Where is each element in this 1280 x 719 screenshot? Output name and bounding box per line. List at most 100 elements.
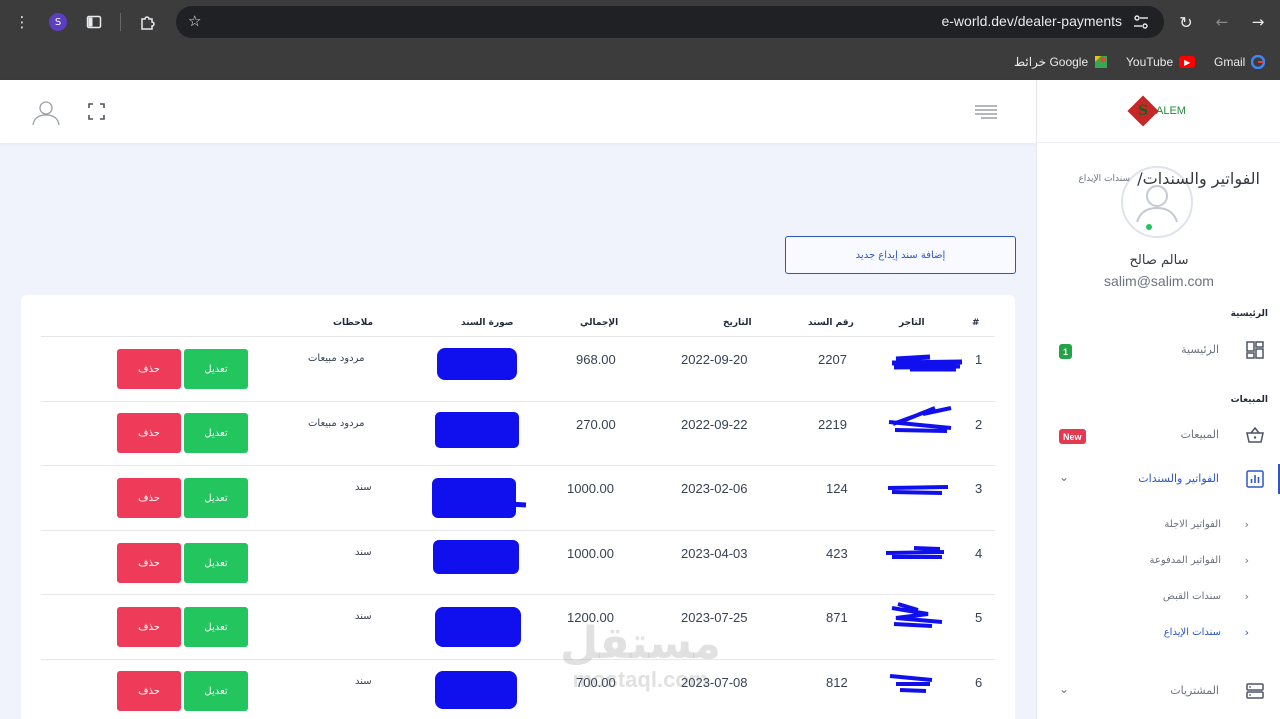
- redacted-merchant: [885, 546, 945, 559]
- column-header-notes: ملاحظات: [333, 318, 374, 328]
- online-status-dot: [1144, 222, 1154, 232]
- site-settings-icon[interactable]: [1132, 14, 1150, 30]
- app-logo[interactable]: S ALEM: [1037, 80, 1280, 143]
- logo-letter: S: [1137, 103, 1149, 119]
- delete-button[interactable]: حذف: [117, 349, 181, 389]
- bookmark-gmail[interactable]: Gmail: [1214, 52, 1266, 72]
- chevron-right-icon: ›: [1244, 626, 1249, 639]
- bookmark-star-icon[interactable]: ☆: [188, 12, 201, 30]
- delete-button[interactable]: حذف: [117, 607, 181, 647]
- row-divider: [41, 401, 995, 402]
- bar-chart-icon: [1246, 470, 1264, 488]
- google-maps-icon: [1095, 56, 1108, 68]
- watermark-arabic: مستقل: [560, 618, 721, 669]
- delete-button[interactable]: حذف: [117, 543, 181, 583]
- edit-button[interactable]: تعديل: [184, 543, 248, 583]
- reload-icon[interactable]: ↻: [1174, 10, 1198, 34]
- row-number: 5: [975, 610, 983, 625]
- redacted-merchant: [891, 354, 963, 372]
- voucher-number: 812: [826, 675, 848, 690]
- column-header-voucher-no: رقم السند: [808, 318, 854, 328]
- edit-button[interactable]: تعديل: [184, 413, 248, 453]
- row-divider: [41, 594, 995, 595]
- new-badge: New: [1059, 429, 1086, 444]
- sidebar-subitem-deferred-invoices[interactable]: › الفواتير الاجلة: [1037, 515, 1280, 539]
- voucher-date: 2022-09-20: [681, 352, 748, 367]
- voucher-number: 423: [826, 546, 848, 561]
- user-avatar-icon[interactable]: [31, 100, 61, 126]
- row-number: 2: [975, 417, 983, 432]
- voucher-number: 2207: [818, 352, 847, 367]
- column-header-num: #: [972, 318, 980, 328]
- redacted-voucher-image: [437, 348, 517, 380]
- forward-arrow-icon[interactable]: →: [1246, 10, 1270, 34]
- sidebar-subitem-receipt-vouchers[interactable]: › سندات القبض: [1037, 587, 1280, 611]
- basket-icon: [1246, 426, 1264, 443]
- voucher-date: 2023-04-03: [681, 546, 748, 561]
- redacted-merchant: [891, 602, 943, 628]
- voucher-date: 2023-02-06: [681, 481, 748, 496]
- app-topbar: [0, 80, 1036, 143]
- browser-toolbar: ⋮ S ☆ e-world.dev/dealer-payments ↻ ← →: [0, 0, 1280, 44]
- menu-dots-icon[interactable]: ⋮: [10, 10, 34, 34]
- profile-button[interactable]: S: [46, 10, 70, 34]
- bookmark-youtube[interactable]: YouTube ▶: [1126, 52, 1196, 72]
- sidebar-item-sales[interactable]: New المبيعات: [1037, 420, 1280, 452]
- sidebar-item-label: المشتريات: [1170, 684, 1219, 697]
- dashboard-grid-icon: [1246, 341, 1264, 359]
- bookmarks-bar: Gmail YouTube ▶ خرائط Google: [0, 44, 1280, 80]
- redacted-voucher-image: [435, 607, 521, 647]
- sidebar-item-label: الفواتير والسندات: [1138, 472, 1219, 485]
- fullscreen-icon[interactable]: [88, 103, 105, 120]
- edit-button[interactable]: تعديل: [184, 478, 248, 518]
- home-count-badge: 1: [1059, 344, 1073, 359]
- url-text: e-world.dev/dealer-payments: [941, 13, 1122, 29]
- voucher-notes: سند: [355, 482, 372, 493]
- chevron-right-icon: ›: [1244, 590, 1249, 603]
- sidebar-item-home[interactable]: 1 الرئيسية: [1037, 335, 1280, 367]
- sidebar-item-purchases[interactable]: ⌄ المشتريات: [1037, 676, 1280, 708]
- row-number: 6: [975, 675, 983, 690]
- address-bar[interactable]: ☆ e-world.dev/dealer-payments: [176, 6, 1164, 38]
- bookmark-google-maps[interactable]: خرائط Google: [1014, 52, 1108, 72]
- sidebar-subitem-deposit-vouchers[interactable]: › سندات الإيداع: [1037, 623, 1280, 647]
- edit-button[interactable]: تعديل: [184, 607, 248, 647]
- row-divider: [41, 659, 995, 660]
- watermark-latin: mostaql.com: [572, 667, 709, 692]
- redacted-voucher-image: [435, 412, 519, 448]
- breadcrumb[interactable]: سندات الإيداع: [1078, 174, 1130, 184]
- voucher-notes: سند: [355, 676, 372, 687]
- redacted-merchant: [888, 406, 952, 433]
- page-title: الفواتير والسندات/: [1137, 169, 1260, 188]
- column-header-merchant: التاجر: [899, 318, 925, 328]
- voucher-total: 968.00: [576, 352, 616, 367]
- sidebar-subitem-paid-invoices[interactable]: › الفواتير المدفوعة: [1037, 551, 1280, 575]
- delete-button[interactable]: حذف: [117, 413, 181, 453]
- redacted-merchant: [887, 485, 949, 495]
- voucher-number: 124: [826, 481, 848, 496]
- row-divider: [41, 530, 995, 531]
- sidebar-subitem-label: الفواتير المدفوعة: [1149, 555, 1221, 566]
- section-heading-sales: المبيعات: [1230, 395, 1268, 405]
- voucher-date: 2022-09-22: [681, 417, 748, 432]
- voucher-total: 270.00: [576, 417, 616, 432]
- add-deposit-voucher-button[interactable]: إضافة سند إيداع جديد: [785, 236, 1016, 274]
- back-arrow-icon[interactable]: ←: [1210, 10, 1234, 34]
- chevron-right-icon: ›: [1244, 554, 1249, 567]
- edit-button[interactable]: تعديل: [184, 349, 248, 389]
- extensions-icon[interactable]: [136, 10, 160, 34]
- sidebar-toggle-icon[interactable]: [82, 10, 106, 34]
- server-icon: [1246, 683, 1264, 699]
- edit-button[interactable]: تعديل: [184, 671, 248, 711]
- sidebar-item-label: المبيعات: [1180, 428, 1219, 441]
- delete-button[interactable]: حذف: [117, 671, 181, 711]
- toolbar-divider: [120, 13, 121, 31]
- user-email: salim@salim.com: [1104, 273, 1214, 289]
- sidebar-subitem-label: سندات القبض: [1162, 591, 1221, 602]
- voucher-notes: مردود مبيعات: [308, 353, 365, 364]
- section-heading-main: الرئيسية: [1230, 309, 1268, 319]
- hamburger-menu-icon[interactable]: [975, 105, 997, 119]
- row-number: 1: [975, 352, 983, 367]
- delete-button[interactable]: حذف: [117, 478, 181, 518]
- sidebar-item-invoices[interactable]: ⌄ الفواتير والسندات: [1037, 464, 1280, 496]
